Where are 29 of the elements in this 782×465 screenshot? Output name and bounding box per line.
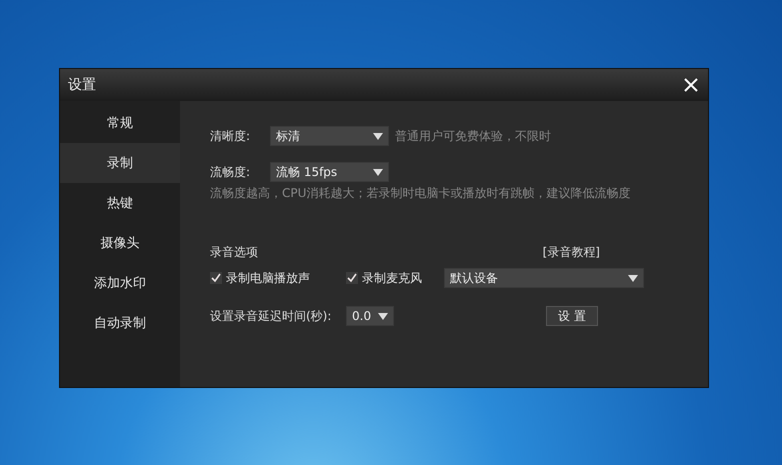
device-dropdown[interactable]: 默认设备 bbox=[444, 268, 644, 288]
fluency-note: 流畅度越高，CPU消耗越大；若录制时电脑卡或播放时有跳帧，建议降低流畅度 bbox=[210, 185, 630, 202]
sidebar-item[interactable]: 添加水印 bbox=[60, 263, 180, 303]
settings-button[interactable]: 设 置 bbox=[546, 306, 598, 326]
clarity-dropdown[interactable]: 标清 bbox=[270, 126, 389, 146]
close-button[interactable] bbox=[682, 76, 700, 94]
sidebar-item[interactable]: 热键 bbox=[60, 183, 180, 223]
checkbox[interactable] bbox=[210, 272, 222, 284]
sidebar-item[interactable]: 录制 bbox=[60, 143, 180, 183]
delay-dropdown[interactable]: 0.0 bbox=[346, 306, 394, 326]
checkbox[interactable] bbox=[346, 272, 358, 284]
close-icon bbox=[682, 76, 700, 94]
checkbox-option[interactable]: 录制电脑播放声 bbox=[210, 270, 346, 286]
delay-label: 设置录音延迟时间(秒): bbox=[210, 308, 332, 324]
caret-icon bbox=[378, 312, 388, 320]
audio-tutorial-link[interactable]: [录音教程] bbox=[542, 244, 600, 261]
audio-options-title: 录音选项 bbox=[210, 244, 258, 261]
caret-icon bbox=[628, 274, 638, 282]
caret-icon bbox=[373, 132, 383, 140]
clarity-note: 普通用户可免费体验，不限时 bbox=[395, 128, 551, 144]
fluency-label: 流畅度: bbox=[210, 164, 252, 180]
caret-icon bbox=[373, 168, 383, 176]
fluency-dropdown[interactable]: 流畅 15fps bbox=[270, 162, 389, 182]
clarity-label: 清晰度: bbox=[210, 128, 252, 144]
sidebar-item[interactable]: 自动录制 bbox=[60, 303, 180, 343]
window-title: 设置 bbox=[68, 76, 96, 94]
sidebar-item[interactable]: 摄像头 bbox=[60, 223, 180, 263]
checkbox-option[interactable]: 录制麦克风 bbox=[346, 270, 444, 286]
sidebar-item[interactable]: 常规 bbox=[60, 103, 180, 143]
